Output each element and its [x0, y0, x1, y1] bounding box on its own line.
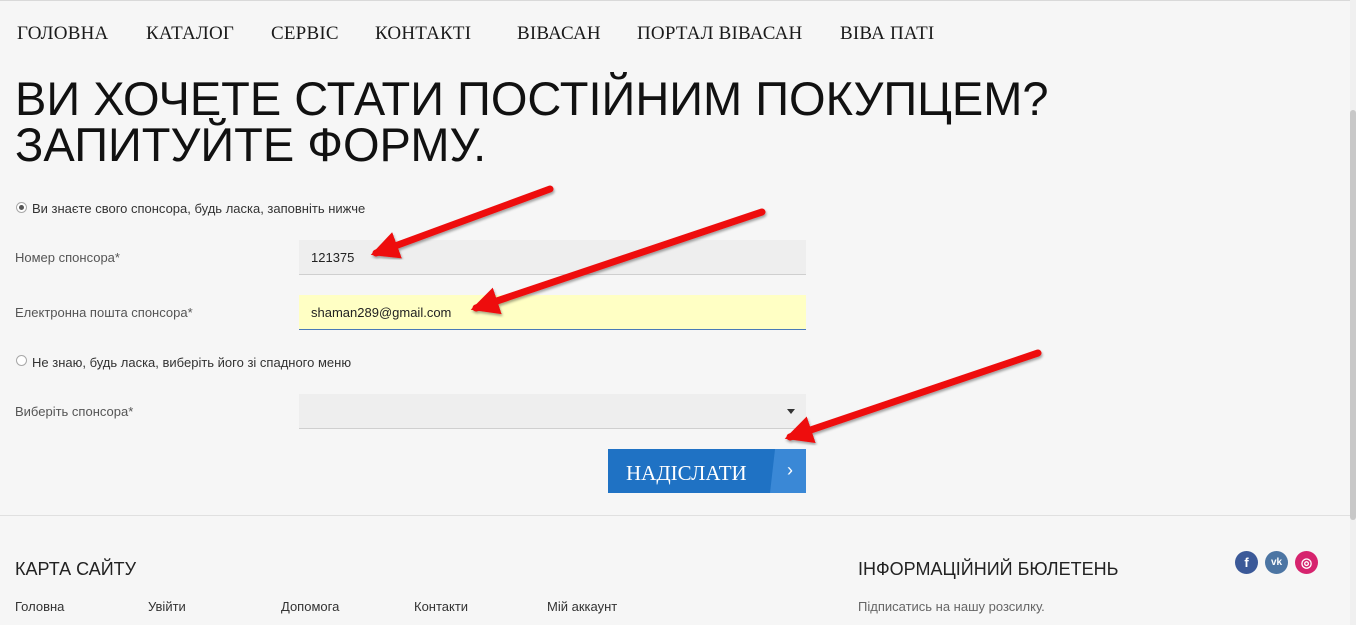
sponsor-number-input[interactable]: [299, 240, 806, 275]
newsletter-text: Підписатись на нашу розсилку.: [858, 599, 1045, 614]
nav-item-portal-vivasan[interactable]: ПОРТАЛ ВІВАСАН: [637, 23, 802, 45]
annotation-arrow-submit: [784, 349, 1042, 444]
page-title-line-2: ЗАПИТУЙТЕ ФОРМУ.: [15, 118, 487, 171]
page-title: ВИ ХОЧЕТЕ СТАТИ ПОСТІЙНИМ ПОКУПЦЕМ? ЗАПИ…: [15, 75, 1215, 171]
select-sponsor-label: Виберіть спонсора*: [15, 404, 134, 419]
footer-link-help[interactable]: Допомога: [281, 599, 339, 614]
footer: КАРТА САЙТУ Головна Увійти Допомога Конт…: [0, 515, 1350, 625]
footer-link-login[interactable]: Увійти: [148, 599, 186, 614]
sponsor-email-input[interactable]: [299, 295, 806, 330]
nav-item-service[interactable]: СЕРВІС: [271, 23, 339, 45]
top-navigation: ГОЛОВНА КАТАЛОГ СЕРВІС КОНТАКТІ ВІВАСАН …: [0, 0, 1350, 66]
nav-item-home[interactable]: ГОЛОВНА: [17, 23, 108, 45]
footer-link-home[interactable]: Головна: [15, 599, 64, 614]
radio-known-sponsor[interactable]: [16, 202, 27, 213]
sponsor-number-label: Номер спонсора*: [15, 250, 120, 265]
chevron-down-icon: [787, 409, 795, 414]
select-sponsor-dropdown[interactable]: [299, 394, 806, 429]
vk-icon[interactable]: vk: [1265, 551, 1288, 574]
chevron-right-icon: ›: [770, 449, 806, 493]
nav-item-catalog[interactable]: КАТАЛОГ: [146, 23, 234, 45]
scrollbar-thumb[interactable]: [1350, 110, 1356, 520]
nav-item-viva-party[interactable]: ВІВА ПАТІ: [840, 23, 934, 45]
facebook-icon[interactable]: f: [1235, 551, 1258, 574]
nav-item-contacts[interactable]: КОНТАКТІ: [375, 23, 471, 45]
submit-button-label: НАДІСЛАТИ: [626, 461, 747, 485]
instagram-icon[interactable]: ◎: [1295, 551, 1318, 574]
footer-link-contacts[interactable]: Контакти: [414, 599, 468, 614]
footer-link-my-account[interactable]: Мій аккаунт: [547, 599, 617, 614]
sitemap-heading: КАРТА САЙТУ: [15, 559, 137, 579]
radio-unknown-sponsor[interactable]: [16, 355, 27, 366]
radio-known-sponsor-label: Ви знаєте свого спонсора, будь ласка, за…: [32, 201, 366, 216]
page-scrollbar[interactable]: [1350, 0, 1356, 625]
submit-button[interactable]: НАДІСЛАТИ ›: [608, 449, 806, 493]
radio-unknown-sponsor-label: Не знаю, будь ласка, виберіть його зі сп…: [32, 355, 352, 370]
sponsor-email-label: Електронна пошта спонсора*: [15, 305, 193, 320]
newsletter-heading: ІНФОРМАЦІЙНИЙ БЮЛЕТЕНЬ: [858, 559, 1119, 579]
nav-item-vivasan[interactable]: ВІВАСАН: [517, 23, 601, 45]
